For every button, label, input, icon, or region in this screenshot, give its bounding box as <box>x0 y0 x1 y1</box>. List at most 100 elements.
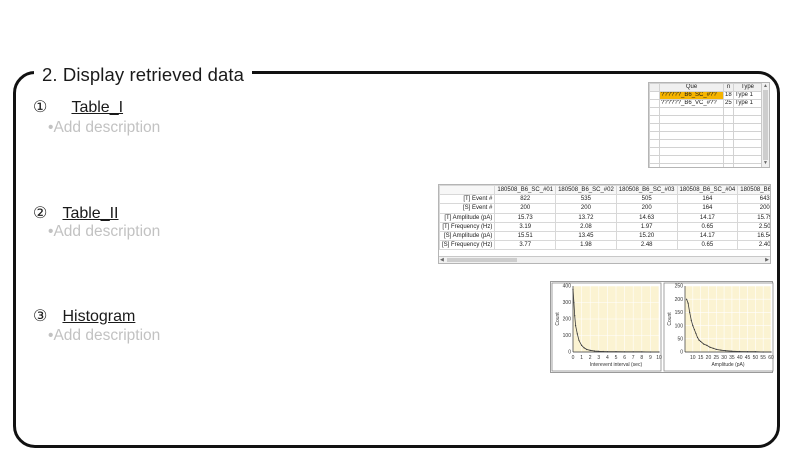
table-cell[interactable]: 505 <box>615 194 678 205</box>
scroll-up-icon[interactable]: ▲ <box>763 84 768 89</box>
histogram-point <box>589 349 591 351</box>
table-row[interactable]: ??????_B6_SC_#?? 18 Type 1 <box>649 91 762 100</box>
column-header[interactable]: Type <box>733 83 762 92</box>
histogram-point <box>578 339 580 342</box>
table-cell[interactable]: 13.72 <box>555 212 617 223</box>
table-cell[interactable]: 15.51 <box>494 230 557 242</box>
table-1-widget[interactable]: Que n Type ??????_B6_SC_#?? 18 Type 1 ??… <box>648 82 770 168</box>
table-row[interactable]: ??????_B6_VC_#?? 25 Type 1 <box>649 99 762 108</box>
scroll-right-icon[interactable]: ▶ <box>765 258 769 263</box>
column-header[interactable]: 180508_B6_SC_#03 <box>615 185 678 196</box>
histogram-svg: 0 1 2 3 4 5 6 7 8 9 100100200300400Interevent inte… <box>551 282 774 372</box>
column-header[interactable]: Que <box>659 83 724 92</box>
table-cell[interactable]: 200 <box>494 203 557 214</box>
description-text: Add description <box>53 327 161 344</box>
table-cell[interactable]: 2.08 <box>555 221 617 232</box>
section-number: ② <box>33 205 48 222</box>
table-cell[interactable]: 200 <box>555 203 617 214</box>
table-cell[interactable]: Type 1 <box>733 91 762 100</box>
table-cell[interactable]: 2.40 <box>737 240 770 251</box>
table-cell[interactable]: 1.98 <box>555 240 617 251</box>
scroll-left-icon[interactable]: ◀ <box>440 258 444 263</box>
table-row[interactable]: [S] Event #200 200 200 164 200 <box>439 203 770 214</box>
table-cell[interactable]: 3.19 <box>494 221 557 232</box>
x-tick-label: 7 <box>632 355 635 361</box>
table-cell[interactable]: 13.45 <box>555 230 617 242</box>
scroll-thumb[interactable] <box>447 258 517 262</box>
x-axis-label: Interevent interval (sec) <box>590 362 643 368</box>
description-placeholder[interactable]: •Add description <box>48 327 160 345</box>
table-cell[interactable]: 822 <box>494 194 557 205</box>
table-row[interactable]: [S] Frequency (Hz) 3.77 1.98 2.48 0.65 2.40 <box>439 240 770 251</box>
column-header[interactable]: n <box>723 83 734 92</box>
description-text: Add description <box>53 223 161 240</box>
section-heading: Table_II <box>62 205 119 222</box>
table-cell[interactable]: 2.48 <box>615 240 678 251</box>
table-cell[interactable]: 14.63 <box>615 212 678 223</box>
column-header <box>439 185 496 196</box>
table-row[interactable]: [T] Frequency (Hz) 3.19 2.08 1.97 0.65 2.50 <box>439 221 770 232</box>
histogram-point <box>689 311 691 313</box>
histogram-point <box>746 351 749 353</box>
table-cell[interactable]: 535 <box>555 194 617 205</box>
histogram-point <box>574 315 576 317</box>
section-histogram: ③ Histogram <box>33 306 135 326</box>
table-header-row: 180508_B6_SC_#01 180508_B6_SC_#02 180508… <box>439 185 770 196</box>
histogram-point <box>574 325 577 327</box>
column-header[interactable]: 180508_B6_SC_#01 <box>494 185 557 196</box>
table-cell[interactable]: 164 <box>676 203 739 214</box>
table-cell[interactable]: 200 <box>737 203 770 214</box>
table-cell[interactable]: 15.73 <box>494 212 557 223</box>
plot-area <box>685 286 771 352</box>
vertical-scrollbar[interactable]: ▲ ▼ <box>761 83 769 167</box>
empty-row <box>649 107 762 116</box>
table-row[interactable]: [S] Amplitude (pA) 15.51 13.45 15.20 14.17 16… <box>439 230 770 242</box>
table-cell[interactable]: 0.65 <box>676 221 739 232</box>
description-placeholder[interactable]: •Add description <box>48 223 160 241</box>
table-2-widget[interactable]: 180508_B6_SC_#01 180508_B6_SC_#02 180508… <box>438 184 771 264</box>
table-cell[interactable]: 15.20 <box>615 230 678 242</box>
table-cell[interactable]: 15.79 <box>737 212 770 223</box>
table-cell[interactable]: 643 <box>737 194 770 205</box>
table-row[interactable]: [T] Amplitude (pA) 15.73 13.72 14.63 14.17 15… <box>439 212 770 223</box>
x-tick-label: 25 <box>713 355 719 361</box>
table-cell[interactable]: ??????_B6_VC_#?? <box>659 99 724 108</box>
table-cell[interactable]: 1.97 <box>615 221 678 232</box>
y-tick-label: 0 <box>680 350 683 356</box>
scroll-thumb[interactable] <box>763 90 768 160</box>
empty-row <box>649 115 762 124</box>
description-placeholder[interactable]: •Add description <box>48 119 160 137</box>
histogram-point <box>624 351 626 353</box>
table-cell[interactable]: 16.54 <box>737 230 770 242</box>
table-cell[interactable]: 200 <box>615 203 678 214</box>
table-cell[interactable]: 25 <box>723 99 734 108</box>
table-cell[interactable]: 3.77 <box>494 240 557 251</box>
column-header[interactable]: 180508_B6_SC_#04 <box>676 185 739 196</box>
table-cell[interactable]: 2.50 <box>737 221 770 232</box>
x-tick-label: 5 <box>615 355 618 361</box>
x-tick-label: 45 <box>745 355 751 361</box>
column-header[interactable]: 180508_B6_SC_#02 <box>555 185 617 196</box>
x-tick-label: 9 <box>649 355 652 361</box>
x-tick-label: 6 <box>623 355 626 361</box>
horizontal-scrollbar[interactable]: ◀ ▶ <box>439 256 770 263</box>
table-cell[interactable]: 164 <box>676 194 739 205</box>
histogram-point <box>583 347 585 349</box>
histogram-point <box>692 325 694 327</box>
table-row[interactable]: [T] Event #822 535 505 164 643 <box>439 194 770 205</box>
table-cell[interactable]: 14.17 <box>676 230 739 242</box>
table-cell[interactable]: ??????_B6_SC_#?? <box>659 91 724 100</box>
table-cell[interactable]: 0.65 <box>676 240 739 251</box>
table-cell[interactable]: 14.17 <box>676 212 739 223</box>
row-header <box>649 91 660 100</box>
y-axis-label: Count <box>667 312 673 326</box>
frame-title: 2. Display retrieved data <box>34 63 252 87</box>
section-table-1: ① Table_I <box>33 97 123 117</box>
table-cell[interactable]: Type 1 <box>733 99 762 108</box>
column-header[interactable]: 180508_B6_SC_# <box>737 185 770 196</box>
histogram-point <box>573 301 575 304</box>
histogram-point <box>709 346 711 348</box>
scroll-down-icon[interactable]: ▼ <box>763 161 768 166</box>
table-cell[interactable]: 18 <box>723 91 734 100</box>
x-tick-label: 0 <box>572 355 575 361</box>
